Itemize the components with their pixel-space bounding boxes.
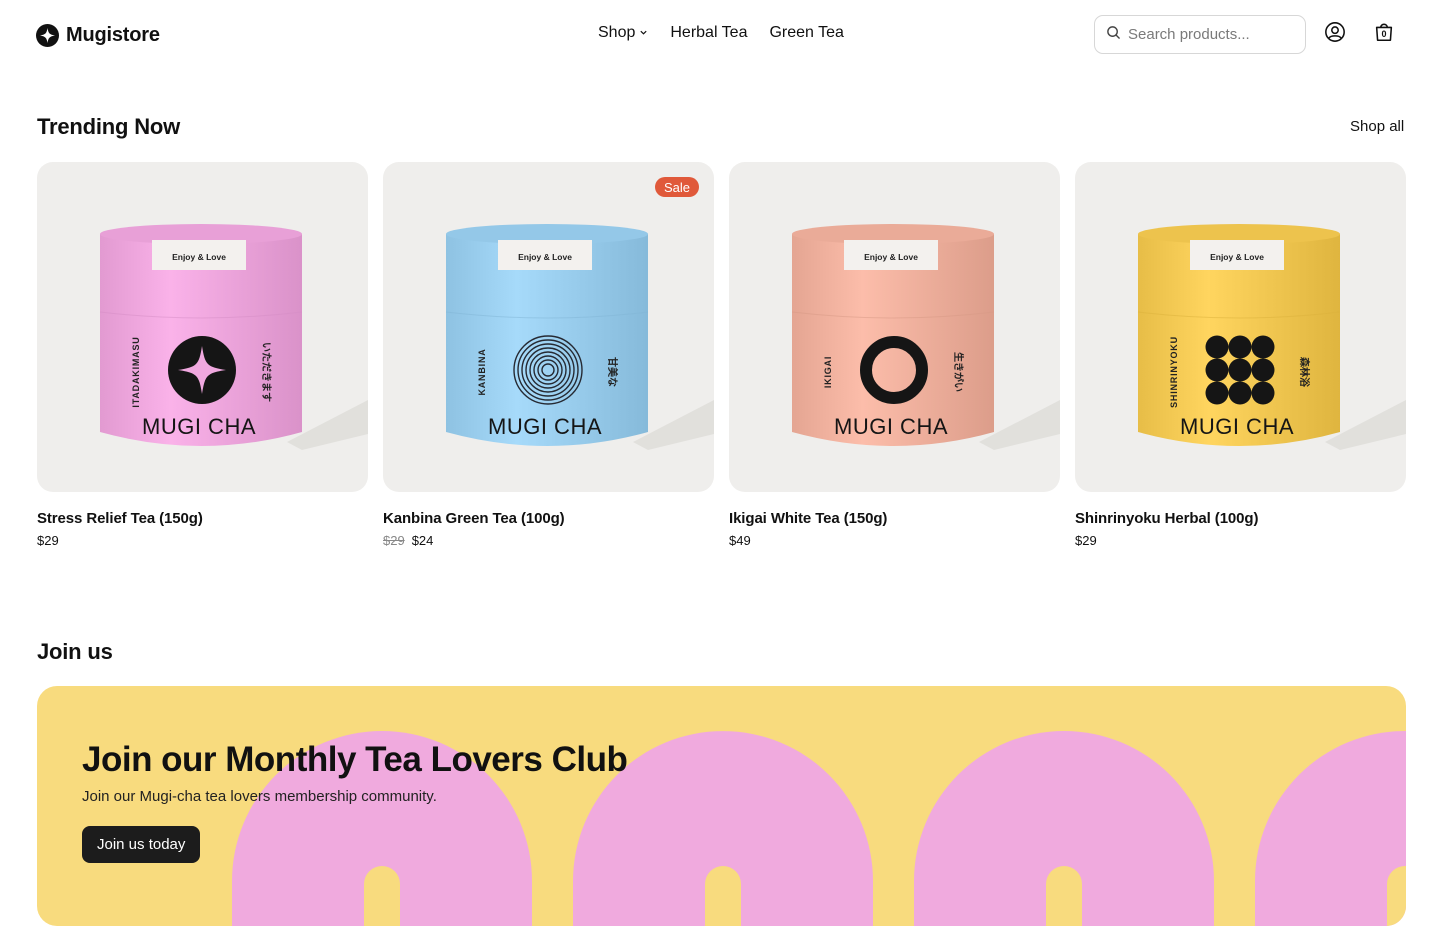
svg-text:MUGI CHA: MUGI CHA [834,414,948,439]
svg-text:森林浴: 森林浴 [1298,356,1311,388]
svg-text:KANBINA: KANBINA [477,348,487,395]
product-image: Enjoy & Love SHINRINYOKU 森林浴 MUGI CHA [1075,162,1406,492]
trending-title: Trending Now [37,114,181,139]
product-card[interactable]: Enjoy & Love IKIGAI 生きがい MUGI CHA Ikigai… [729,162,1060,548]
product-image: Enjoy & Love KANBINA 甘美な MUGI CHA [383,162,714,492]
product-image: Enjoy & Love IKIGAI 生きがい MUGI CHA [729,162,1060,492]
svg-text:MUGI CHA: MUGI CHA [142,414,256,439]
banner-heading: Join our Monthly Tea Lovers Club [82,740,628,779]
join-title: Join us [37,639,113,664]
brand-logo[interactable]: Mugistore [36,22,160,48]
tea-tin-illustration: Enjoy & Love IKIGAI 生きがい MUGI CHA [791,224,1060,450]
price: $29 [1075,533,1097,548]
user-circle-icon [1324,21,1346,48]
nav-item-label: Herbal Tea [670,24,748,41]
price-row: $29 $24 [383,533,714,548]
account-button[interactable] [1323,21,1347,48]
search-box[interactable] [1094,15,1306,54]
search-input[interactable] [1128,26,1298,43]
price-row: $29 [37,533,368,548]
price: $29 [37,533,59,548]
cart-count: 0 [1381,29,1387,39]
tea-tin-illustration: Enjoy & Love ITADAKIMASU いただきます MUGI CHA [99,224,368,450]
cart-button[interactable]: 0 [1372,22,1396,46]
nav-item-green-tea[interactable]: Green Tea [769,24,843,42]
svg-text:いただきます: いただきます [260,342,272,402]
old-price: $29 [383,533,405,548]
svg-text:MUGI CHA: MUGI CHA [1180,414,1294,439]
svg-text:甘美な: 甘美な [606,357,619,387]
svg-text:Enjoy & Love: Enjoy & Love [518,252,572,262]
chevron-down-icon [639,24,648,42]
price-row: $49 [729,533,1060,548]
product-image: Enjoy & Love ITADAKIMASU いただきます MUGI CHA [37,162,368,492]
product-name: Shinrinyoku Herbal (100g) [1075,510,1259,527]
price: $49 [729,533,751,548]
svg-text:MUGI CHA: MUGI CHA [488,414,602,439]
nav-item-shop[interactable]: Shop [598,24,648,42]
product-name: Ikigai White Tea (150g) [729,510,888,527]
nav-item-label: Green Tea [769,24,844,41]
nav-item-herbal-tea[interactable]: Herbal Tea [670,24,747,42]
svg-text:Enjoy & Love: Enjoy & Love [864,252,918,262]
product-name: Stress Relief Tea (150g) [37,510,203,527]
nav-item-label: Shop [598,24,636,41]
membership-banner: Join our Monthly Tea Lovers Club Join ou… [37,686,1406,926]
svg-text:ITADAKIMASU: ITADAKIMASU [131,336,141,407]
price-row: $29 [1075,533,1406,548]
banner-subtitle: Join our Mugi-cha tea lovers membership … [82,788,437,805]
main-nav: Shop Herbal Tea Green Tea [598,24,844,42]
price: $24 [411,533,434,548]
svg-text:IKIGAI: IKIGAI [823,356,833,388]
svg-text:Enjoy & Love: Enjoy & Love [172,252,226,262]
svg-text:Enjoy & Love: Enjoy & Love [1210,252,1264,262]
svg-text:生きがい: 生きがい [952,352,965,392]
sale-badge: Sale [654,177,699,197]
brand-name: Mugistore [66,23,160,46]
banner-arch-shape [1255,731,1406,926]
svg-text:SHINRINYOKU: SHINRINYOKU [1169,336,1179,408]
shop-all-link[interactable]: Shop all [1350,118,1404,135]
banner-pattern [232,731,1406,926]
join-us-button[interactable]: Join us today [82,826,201,863]
product-card[interactable]: Enjoy & Love SHINRINYOKU 森林浴 MUGI CHA Sh… [1075,162,1406,548]
tea-tin-illustration: Enjoy & Love KANBINA 甘美な MUGI CHA [445,224,714,450]
star-logo-icon [36,23,59,47]
search-icon [1106,25,1121,45]
product-card[interactable]: Enjoy & Love ITADAKIMASU いただきます MUGI CHA… [37,162,368,548]
tea-tin-illustration: Enjoy & Love SHINRINYOKU 森林浴 MUGI CHA [1137,224,1406,450]
product-card[interactable]: Enjoy & Love KANBINA 甘美な MUGI CHA Sale K… [383,162,714,548]
product-name: Kanbina Green Tea (100g) [383,510,565,527]
site-header: Mugistore Shop Herbal Tea Green Tea 0 [0,0,1440,70]
